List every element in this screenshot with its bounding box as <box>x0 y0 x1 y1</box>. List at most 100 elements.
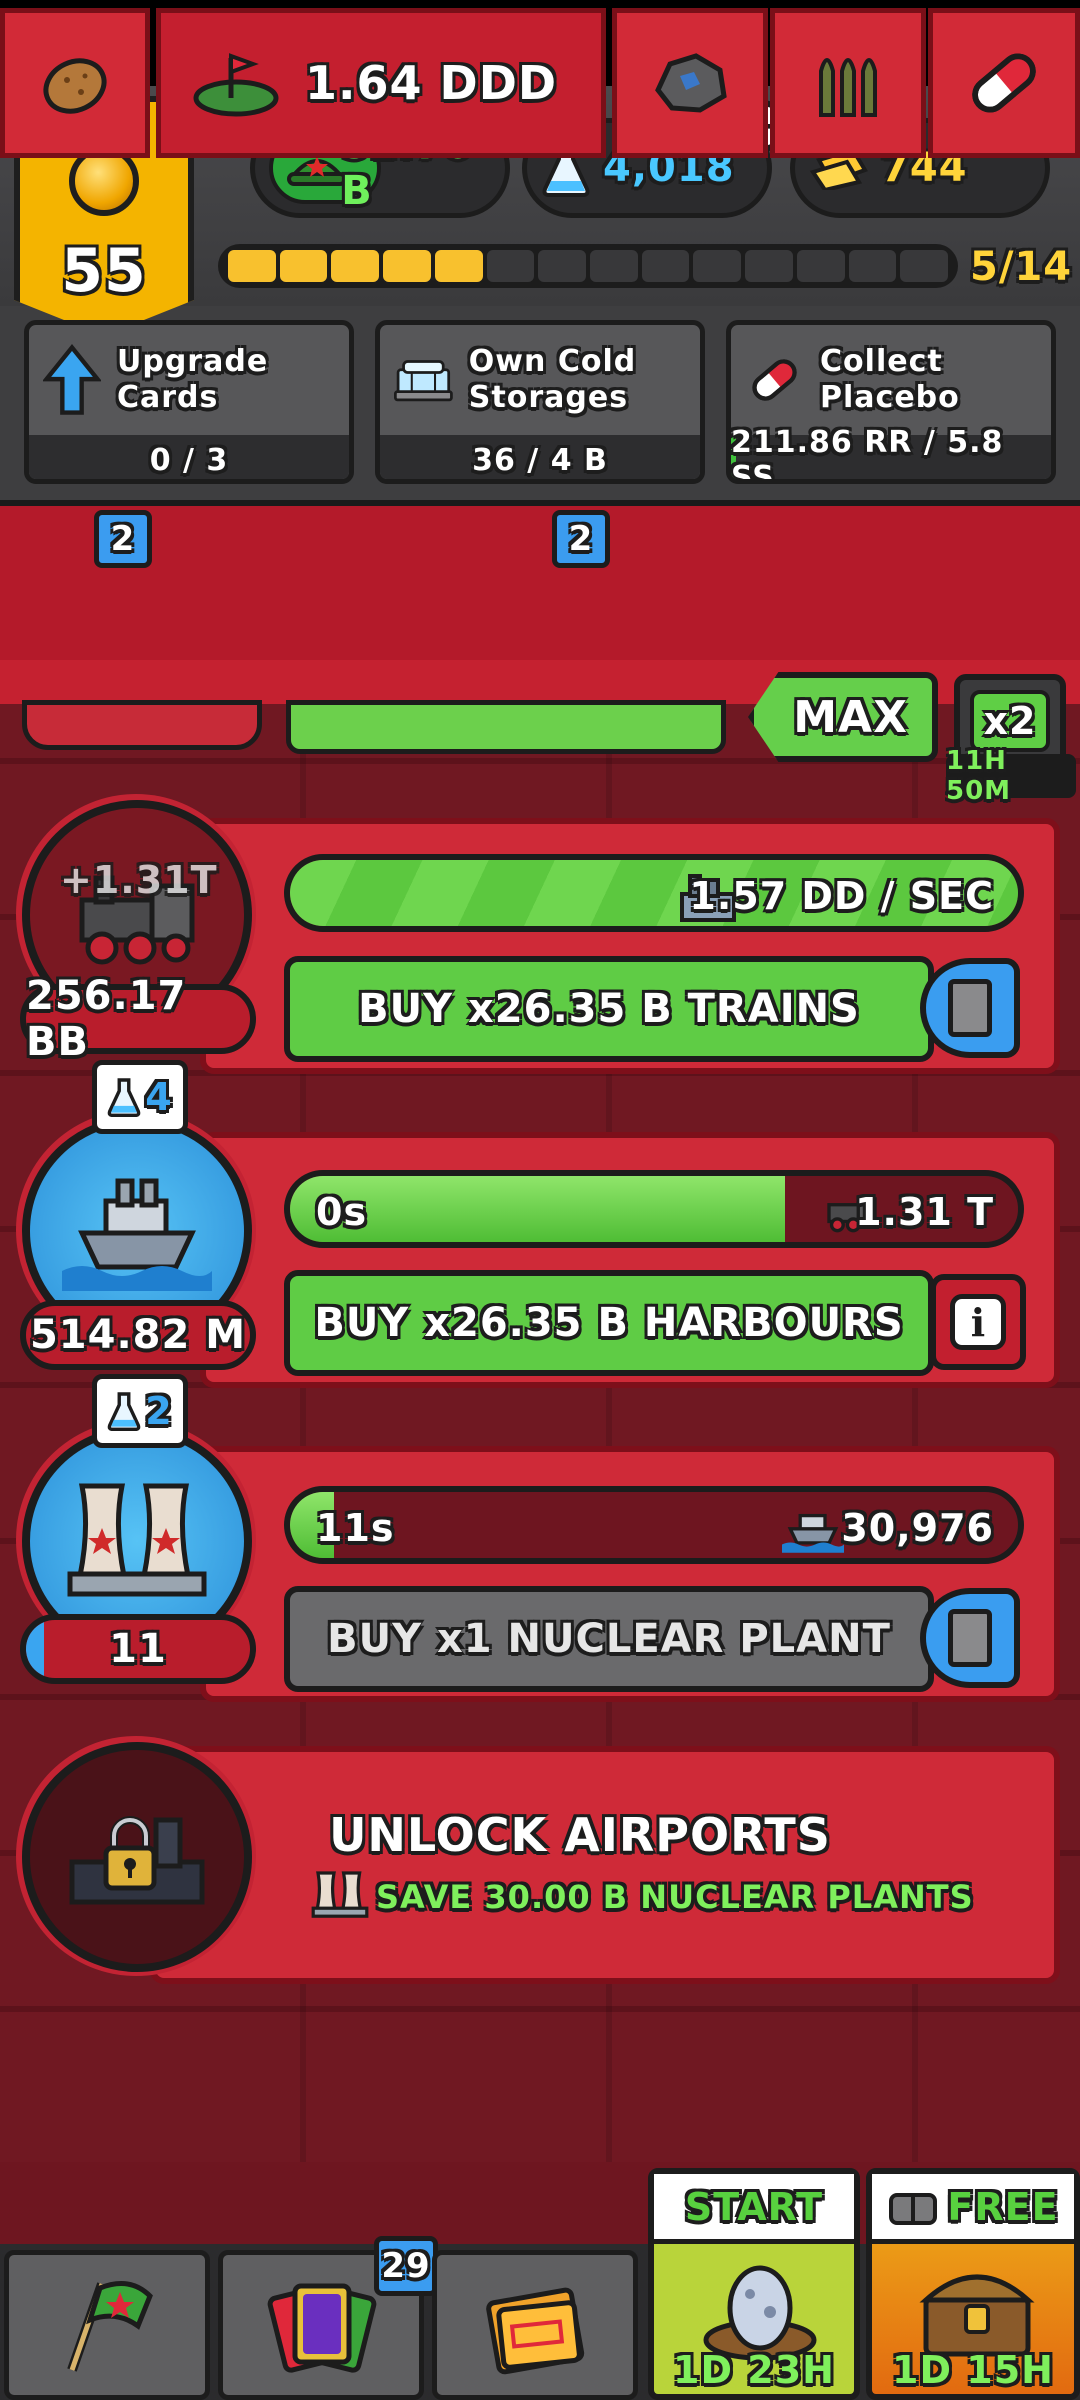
task-progress-text: 36 / 4 B <box>472 442 608 478</box>
xp-segment <box>279 250 328 282</box>
task-own-cold-storages[interactable]: Own Cold Storages 36 / 4 B <box>375 320 705 484</box>
xp-progress-text: 5/14 <box>970 244 1073 290</box>
cold-storage-icon <box>394 360 453 402</box>
player-level: 55 <box>61 236 147 306</box>
locked-airport-icon <box>69 1816 205 1905</box>
nav-missions-button[interactable] <box>4 2250 210 2400</box>
nuclear-research-level: 2 <box>145 1389 173 1433</box>
task-progress: 36 / 4 B <box>380 435 700 479</box>
nuclear-cost: 30,976 <box>841 1506 994 1550</box>
task-top: Collect Placebo <box>731 325 1051 435</box>
task-progress: 211.86 RR / 5.8 SS <box>731 425 1051 479</box>
xp-segment <box>486 250 535 282</box>
unlock-avatar <box>22 1742 252 1972</box>
xp-segment <box>590 250 638 282</box>
previous-business-count <box>22 700 262 750</box>
event-free-text: FREE <box>947 2184 1059 2229</box>
flag-icon <box>67 2281 153 2372</box>
nuclear-research-tag[interactable]: 2 <box>92 1374 188 1448</box>
info-icon: i <box>950 1294 1006 1350</box>
nuclear-card-button[interactable] <box>920 1588 1020 1688</box>
event-free-timer: 1D 15H <box>892 2348 1054 2392</box>
buy-amount-max-button[interactable]: MAX <box>748 672 938 762</box>
xp-segment <box>228 250 276 282</box>
xp-segment <box>641 250 690 282</box>
flask-icon <box>107 1078 141 1117</box>
folder-icon <box>486 2287 585 2375</box>
tab-potato[interactable] <box>0 8 150 158</box>
xp-segment <box>796 250 845 282</box>
ship-icon <box>782 1513 844 1553</box>
event-free-button[interactable]: FREE 1D 15H <box>866 2168 1080 2400</box>
nuclear-count-text: 11 <box>109 1626 167 1672</box>
harbours-timer: 0s <box>316 1190 368 1234</box>
x2-label: x2 <box>970 690 1050 752</box>
trains-rate: 1.57 DD / SEC <box>689 874 994 918</box>
ore-icon <box>655 53 727 113</box>
cards-icon <box>267 2283 377 2373</box>
xp-segment <box>434 250 483 282</box>
task-label: Upgrade Cards <box>117 344 269 415</box>
resource-tab-bar <box>0 506 1080 662</box>
xp-segment <box>383 250 431 282</box>
land-icon <box>193 53 279 117</box>
card-icon <box>948 1609 992 1667</box>
xp-segment <box>848 250 897 282</box>
land-tab-badge: 2 <box>552 510 610 568</box>
harbours-info-button[interactable]: i <box>930 1274 1026 1370</box>
buy-nuclear-plant-button[interactable]: BUY x1 NUCLEAR PLANT <box>284 1586 934 1692</box>
tab-pills[interactable] <box>928 8 1080 158</box>
cooling-tower-icon <box>311 1871 369 1918</box>
trains-bonus-text: +1.31T <box>60 858 218 902</box>
previous-business-buy <box>286 700 726 754</box>
trains-card-button[interactable] <box>920 958 1020 1058</box>
xp-segment <box>331 250 380 282</box>
task-progress: 0 / 3 <box>29 435 349 479</box>
xp-segment <box>693 250 742 282</box>
buy-trains-button[interactable]: BUY x26.35 B TRAINS <box>284 956 934 1062</box>
harbours-production-bar: 0s 1.31 T <box>284 1170 1024 1248</box>
flask-icon <box>107 1392 141 1431</box>
tab-ammo[interactable] <box>770 8 926 158</box>
event-start-button[interactable]: START 1D 23H <box>648 2168 860 2400</box>
xp-progress-row: 5/14 <box>218 244 1071 290</box>
nuclear-count: 11 <box>20 1614 256 1684</box>
task-label: Own Cold Storages <box>468 344 637 415</box>
event-free-label: FREE <box>872 2174 1074 2244</box>
chest-small-icon <box>889 2192 938 2225</box>
trains-production-bar: 1.57 DD / SEC <box>284 854 1024 932</box>
ammo-icon <box>819 58 877 117</box>
boost-timer: 11H 50M <box>946 746 1076 806</box>
nuclear-production-bar: 11s 30,976 <box>284 1486 1024 1564</box>
tab-ore[interactable] <box>612 8 768 158</box>
xp-segment <box>745 250 793 282</box>
harbours-count: 514.82 M <box>20 1300 256 1370</box>
xp-segment <box>900 250 949 282</box>
harbours-research-level: 4 <box>145 1075 173 1119</box>
buy-trains-label: BUY x26.35 B TRAINS <box>358 986 860 1032</box>
nav-dossier-button[interactable] <box>432 2250 638 2400</box>
card-icon <box>948 979 992 1037</box>
task-progress-text: 0 / 3 <box>149 442 229 478</box>
trains-count: 256.17 BB <box>20 973 256 1065</box>
unlock-airports-panel[interactable] <box>150 1746 1060 1984</box>
task-top: Upgrade Cards <box>29 325 349 435</box>
unlock-subtitle: SAVE 30.00 B NUCLEAR PLANTS <box>376 1878 974 1916</box>
event-start-label: START <box>654 2174 854 2244</box>
buy-harbours-label: BUY x26.35 B HARBOURS <box>314 1300 904 1346</box>
task-label: Collect Placebo <box>820 344 960 415</box>
tab-land-active[interactable]: 1.64 DDD <box>156 8 606 158</box>
harbours-cost: 1.31 T <box>855 1190 994 1234</box>
max-label: MAX <box>793 691 908 743</box>
pill-icon <box>972 53 1036 113</box>
task-collect-placebo[interactable]: Collect Placebo 211.86 RR / 5.8 SS <box>726 320 1056 484</box>
pill-icon <box>752 359 797 401</box>
xp-segment <box>538 250 587 282</box>
ship-icon <box>62 1178 212 1291</box>
cooling-tower-icon <box>67 1483 207 1597</box>
buy-harbours-button[interactable]: BUY x26.35 B HARBOURS <box>284 1270 934 1376</box>
harbours-research-tag[interactable]: 4 <box>92 1060 188 1134</box>
task-progress-text: 211.86 RR / 5.8 SS <box>731 425 1004 484</box>
task-upgrade-cards[interactable]: Upgrade Cards 0 / 3 <box>24 320 354 484</box>
task-top: Own Cold Storages <box>380 325 700 435</box>
